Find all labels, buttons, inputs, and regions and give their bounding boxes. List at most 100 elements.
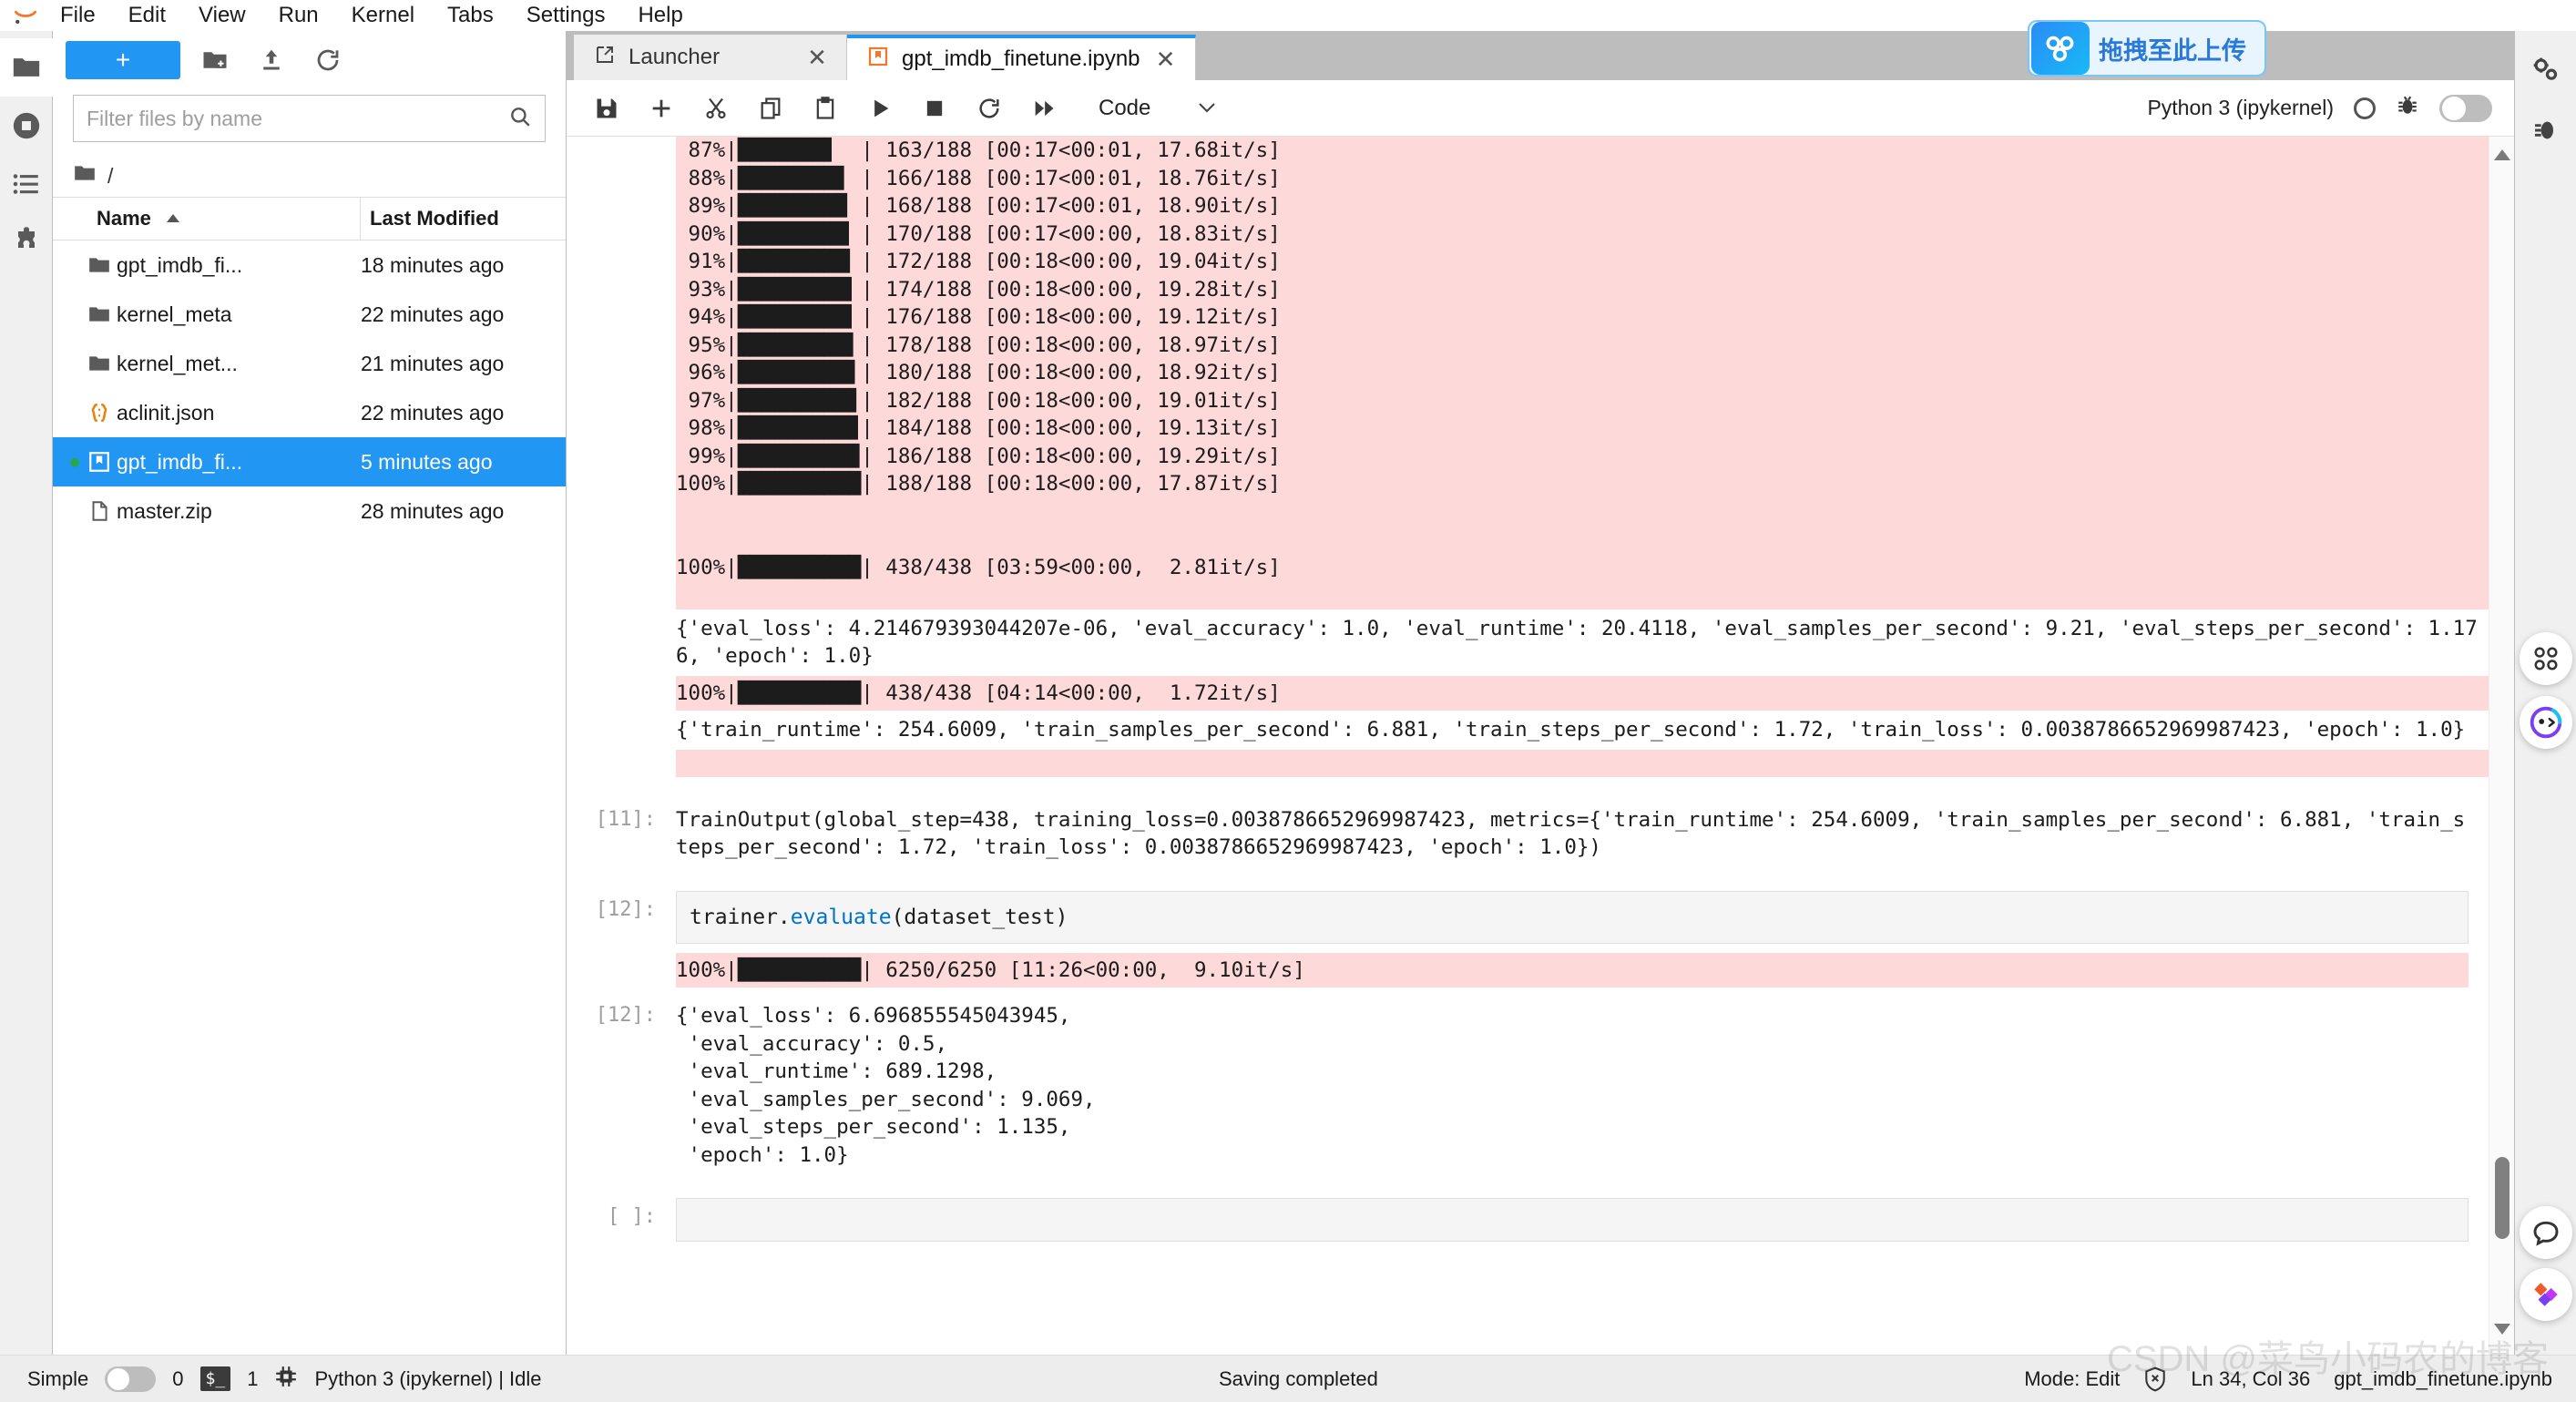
stop-kernel-icon[interactable]	[909, 85, 960, 132]
column-header-last-modified[interactable]: Last Modified	[361, 198, 566, 240]
scroll-up-arrow-icon[interactable]	[2494, 149, 2510, 160]
file-list: gpt_imdb_fi... 18 minutes ago kernel_met…	[53, 240, 566, 1355]
simple-mode-toggle[interactable]	[105, 1366, 157, 1392]
debugger-panel-icon[interactable]	[2515, 100, 2576, 160]
menu-help[interactable]: Help	[621, 0, 699, 31]
folder-icon	[82, 253, 117, 277]
run-cell-icon[interactable]	[854, 85, 905, 132]
kernel-status-label[interactable]: Python 3 (ipykernel) | Idle	[314, 1367, 541, 1391]
generic-file-icon	[82, 499, 117, 523]
cell-prompt-empty: [ ]:	[608, 1205, 656, 1228]
sidebar-item-extension-manager[interactable]	[0, 213, 53, 271]
main-area: + /	[0, 31, 2576, 1355]
output-cell-progress: 87%|███████▋ | 163/188 [00:17<00:01, 17.…	[567, 137, 2489, 777]
list-item[interactable]: kernel_met... 21 minutes ago	[53, 339, 566, 388]
scrollbar-thumb[interactable]	[2495, 1157, 2510, 1239]
close-icon[interactable]: ✕	[804, 44, 830, 72]
code-editor-12[interactable]: trainer.evaluate(dataset_test)	[676, 890, 2469, 944]
copy-icon[interactable]	[745, 85, 796, 132]
terminal-icon[interactable]: $_	[199, 1366, 231, 1391]
list-item[interactable]: gpt_imdb_fi... 18 minutes ago	[53, 240, 566, 290]
kernel-indicator-area: Python 3 (ipykernel)	[2147, 94, 2514, 123]
column-header-name[interactable]: Name	[53, 198, 361, 240]
input-cell-empty[interactable]: [ ]:	[567, 1198, 2489, 1242]
progress-blank-line	[676, 500, 689, 524]
progress-line: 90%|█████████ | 170/188 [00:17<00:00, 18…	[676, 221, 1281, 246]
menu-edit[interactable]: Edit	[112, 0, 182, 31]
restart-and-run-all-icon[interactable]	[1018, 85, 1069, 132]
simple-mode-label: Simple	[27, 1366, 89, 1390]
menu-tabs[interactable]: Tabs	[431, 0, 510, 31]
output-line: 'eval_samples_per_second': 9.069,	[676, 1087, 1096, 1111]
apps-grid-widget[interactable]	[2520, 632, 2572, 685]
paste-icon[interactable]	[800, 85, 851, 132]
close-icon[interactable]: ✕	[1153, 46, 1179, 74]
progress-line: 88%|████████▋ | 166/188 [00:17<00:01, 18…	[676, 166, 1281, 190]
refresh-file-list-icon[interactable]	[306, 40, 350, 80]
input-cell-12[interactable]: [12]: trainer.evaluate(dataset_test)	[567, 890, 2489, 944]
file-name: gpt_imdb_fi...	[117, 252, 243, 277]
output-line: 'epoch': 1.0}	[676, 1142, 849, 1167]
cell-prompt-11: [11]:	[595, 807, 656, 831]
sidebar-item-running-kernels[interactable]	[0, 97, 53, 155]
extensions-widget[interactable]	[2520, 1268, 2572, 1321]
menu-kernel[interactable]: Kernel	[335, 0, 431, 31]
upload-files-icon[interactable]	[250, 40, 293, 80]
shield-close-icon[interactable]	[2143, 1366, 2167, 1392]
notebook-scroll-region: 87%|███████▋ | 163/188 [00:17<00:01, 17.…	[567, 137, 2489, 1355]
feedback-widget[interactable]	[2520, 1206, 2572, 1259]
output-line: 'eval_steps_per_second': 1.135,	[676, 1115, 1071, 1139]
chevron-down-icon	[1196, 96, 1218, 121]
cell-prompt-blank	[567, 137, 676, 777]
eval-metrics-output: {'eval_loss': 4.214679393044207e-06, 'ev…	[676, 616, 2478, 669]
breadcrumb[interactable]: /	[53, 155, 566, 197]
json-file-icon	[82, 401, 117, 425]
cell-type-dropdown[interactable]: Code	[1086, 87, 1231, 130]
file-name: aclinit.json	[117, 400, 215, 425]
menu-file[interactable]: File	[44, 0, 112, 31]
progress-line: 95%|█████████▍| 178/188 [00:18<00:00, 18…	[676, 333, 1281, 357]
folder-icon	[82, 302, 117, 326]
output-line: 'eval_runtime': 689.1298,	[676, 1059, 997, 1083]
code-editor-empty[interactable]	[676, 1198, 2469, 1242]
file-modified: 22 minutes ago	[361, 400, 505, 425]
tab-launcher[interactable]: Launcher ✕	[574, 35, 847, 80]
filter-files-input[interactable]	[87, 106, 508, 131]
output-line: {'eval_loss': 6.696855545043945,	[676, 1004, 1071, 1028]
debugger-bug-icon[interactable]	[2396, 94, 2419, 123]
menu-run[interactable]: Run	[262, 0, 335, 31]
scroll-down-arrow-icon[interactable]	[2494, 1324, 2510, 1335]
new-folder-icon[interactable]	[193, 40, 237, 80]
document-dock: Launcher ✕ gpt_imdb_finetune.ipynb ✕ Cod…	[567, 31, 2514, 1355]
list-item-selected[interactable]: ● gpt_imdb_fi... 5 minutes ago	[53, 437, 566, 486]
ai-assistant-widget[interactable]	[2520, 696, 2572, 749]
new-launcher-button[interactable]: +	[66, 41, 180, 79]
debugger-toggle[interactable]	[2439, 94, 2492, 122]
menu-view[interactable]: View	[182, 0, 262, 31]
restart-kernel-icon[interactable]	[964, 85, 1015, 132]
list-item[interactable]: master.zip 28 minutes ago	[53, 486, 566, 536]
sidebar-item-table-of-contents[interactable]	[0, 155, 53, 213]
terminal-count: 1	[247, 1366, 259, 1390]
tab-notebook[interactable]: gpt_imdb_finetune.ipynb ✕	[847, 35, 1196, 80]
file-modified: 18 minutes ago	[361, 252, 505, 277]
file-name: kernel_meta	[117, 302, 232, 326]
file-modified: 22 minutes ago	[361, 302, 505, 326]
cut-icon[interactable]	[690, 85, 741, 132]
notebook-scrollbar[interactable]	[2489, 137, 2514, 1355]
drag-upload-widget[interactable]: 拖拽至此上传	[2028, 20, 2266, 77]
sort-ascending-icon	[164, 207, 182, 230]
progress-line: 87%|███████▋ | 163/188 [00:17<00:01, 17.…	[676, 138, 1281, 162]
property-inspector-icon[interactable]	[2515, 40, 2576, 100]
notebook-toolbar: Code Python 3 (ipykernel)	[567, 80, 2514, 137]
menu-settings[interactable]: Settings	[510, 0, 622, 31]
sidebar-item-file-browser[interactable]	[0, 38, 53, 97]
save-icon[interactable]	[581, 85, 632, 132]
file-filter-box[interactable]	[73, 95, 546, 142]
cell-out-prompt-12: [12]:	[595, 1004, 656, 1027]
list-item[interactable]: aclinit.json 22 minutes ago	[53, 388, 566, 437]
list-item[interactable]: kernel_meta 22 minutes ago	[53, 290, 566, 339]
insert-cell-icon[interactable]	[636, 85, 687, 132]
kernel-name-label[interactable]: Python 3 (ipykernel)	[2147, 96, 2334, 120]
file-name: kernel_met...	[117, 351, 238, 375]
